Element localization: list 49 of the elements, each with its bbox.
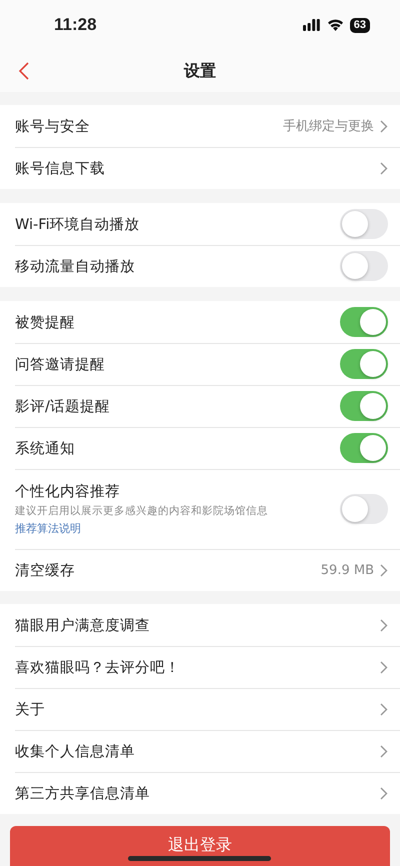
row-label: Wi-Fi环境自动播放 [15, 216, 141, 234]
chevron-icon [380, 564, 388, 576]
row-label: 猫眼用户满意度调查 [15, 616, 151, 634]
algorithm-link[interactable]: 推荐算法说明 [15, 521, 81, 536]
back-icon[interactable] [18, 61, 30, 81]
chevron-icon [380, 120, 388, 132]
chevron-icon [380, 744, 388, 758]
row-label: 关于 [15, 700, 46, 718]
settings-row[interactable]: 清空缓存 59.9 MB [0, 549, 400, 591]
settings-row[interactable]: 喜欢猫眼吗？去评分吧！ [0, 646, 400, 688]
row-label: 账号信息下载 [15, 160, 106, 178]
signal-icon [302, 19, 321, 31]
row-label: 第三方共享信息清单 [15, 784, 151, 802]
wifi-icon [326, 19, 344, 31]
chevron-icon [380, 618, 388, 632]
row-label: 收集个人信息清单 [15, 742, 136, 760]
logout-button[interactable]: 退出登录 [10, 826, 390, 866]
settings-row[interactable]: 猫眼用户满意度调查 [0, 604, 400, 646]
row-value: 59.9 MB [320, 562, 374, 578]
chevron-icon [380, 162, 388, 174]
row-label: 清空缓存 [15, 562, 76, 580]
toggle-switch[interactable] [340, 209, 388, 239]
row-label: 问答邀请提醒 [15, 356, 106, 374]
row-label: 被赞提醒 [15, 314, 76, 332]
settings-row[interactable]: 账号信息下载 [0, 147, 400, 189]
settings-row[interactable]: 收集个人信息清单 [0, 730, 400, 772]
toggle-switch[interactable] [340, 433, 388, 463]
toggle-switch[interactable] [340, 349, 388, 379]
row-label: 移动流量自动播放 [15, 258, 136, 276]
toggle-switch[interactable] [340, 307, 388, 337]
row-label: 喜欢猫眼吗？去评分吧！ [15, 658, 181, 676]
row-label: 系统通知 [15, 440, 76, 458]
chevron-icon [380, 786, 388, 800]
toggle-switch[interactable] [340, 391, 388, 421]
chevron-icon [380, 702, 388, 716]
chevron-icon [380, 660, 388, 674]
row-label: 个性化内容推荐 [15, 482, 121, 501]
row-value: 手机绑定与更换 [283, 118, 374, 135]
row-label: 账号与安全 [15, 118, 91, 136]
settings-row[interactable]: 关于 [0, 688, 400, 730]
toggle-switch[interactable] [340, 494, 388, 524]
settings-row[interactable]: 账号与安全 手机绑定与更换 [0, 105, 400, 147]
row-label: 影评/话题提醒 [15, 398, 111, 416]
page-title: 设置 [184, 60, 216, 82]
toggle-switch[interactable] [340, 251, 388, 281]
status-time: 11:28 [54, 15, 97, 35]
settings-row[interactable]: 第三方共享信息清单 [0, 772, 400, 814]
row-description: 建议开启用以展示更多感兴趣的内容和影院场馆信息 [15, 504, 269, 518]
battery-level: 63 [350, 18, 370, 32]
